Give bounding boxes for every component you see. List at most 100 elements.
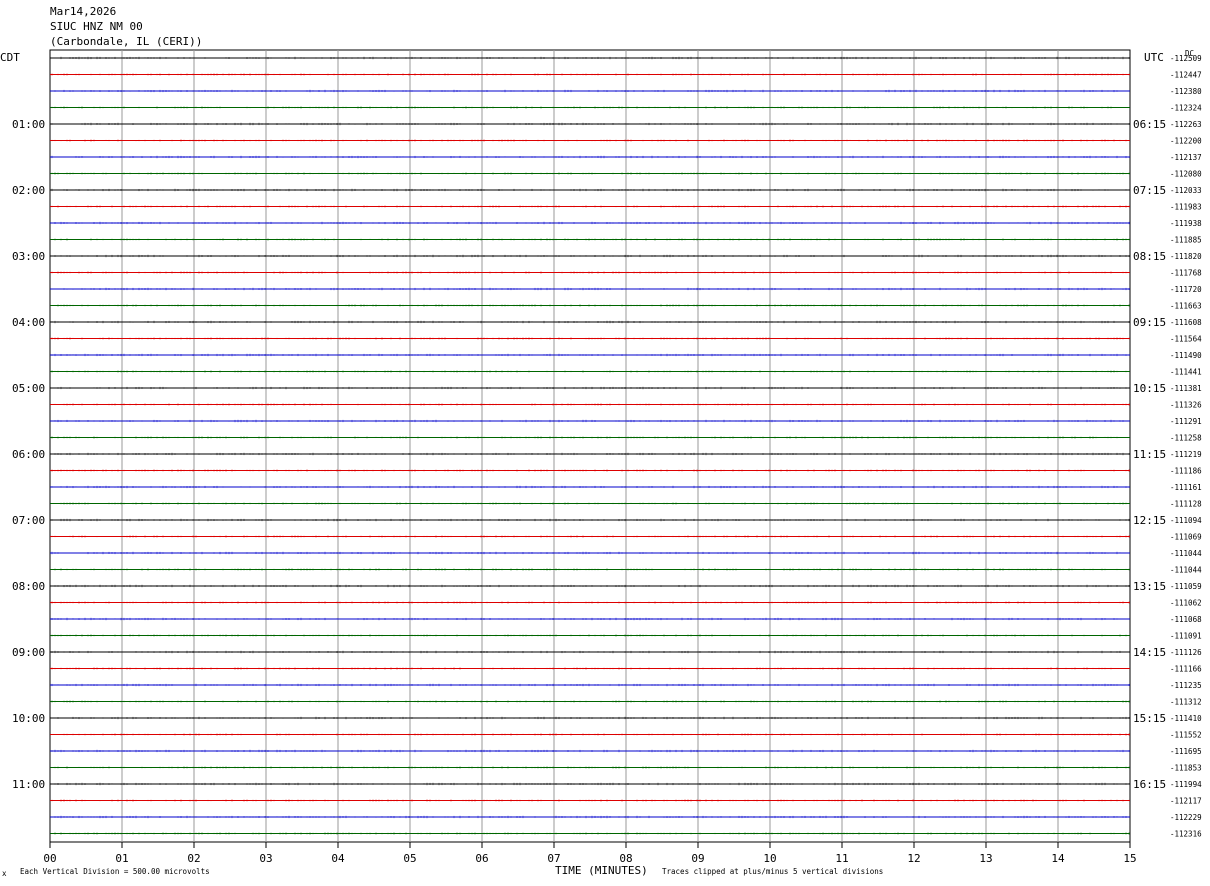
row-offset-label: -112033 <box>1170 186 1202 195</box>
row-offset-label: -111938 <box>1170 219 1202 228</box>
row-offset-label: -111126 <box>1170 648 1202 657</box>
x-tick-label: 14 <box>1051 852 1065 865</box>
x-tick-label: 03 <box>259 852 272 865</box>
row-offset-label: -111128 <box>1170 500 1202 509</box>
right-timezone-label: UTC <box>1144 51 1164 64</box>
right-hour-label: 06:15 <box>1133 118 1166 131</box>
row-offset-label: -111410 <box>1170 714 1202 723</box>
header-location: (Carbondale, IL (CERI)) <box>50 35 202 48</box>
left-hour-label: 05:00 <box>12 382 45 395</box>
left-hour-label: 04:00 <box>12 316 45 329</box>
x-axis-ticks: 00 01 02 03 04 05 06 07 08 09 10 11 12 13 14 15 <box>43 842 1137 865</box>
footer-scale-note: Each Vertical Division = 500.00 microvol… <box>20 867 210 876</box>
row-offset-label: -111994 <box>1170 780 1202 789</box>
row-offset-label: -111695 <box>1170 747 1202 756</box>
row-offset-label: -112263 <box>1170 120 1202 129</box>
x-tick-label: 05 <box>403 852 416 865</box>
x-tick-label: 06 <box>475 852 488 865</box>
left-hour-label: 11:00 <box>12 778 45 791</box>
left-hour-label: 08:00 <box>12 580 45 593</box>
footer-mark: x <box>2 869 7 878</box>
right-hour-label: 13:15 <box>1133 580 1166 593</box>
right-hour-label: 14:15 <box>1133 646 1166 659</box>
row-offset-label: -112509 <box>1170 54 1202 63</box>
row-offset-label: -111094 <box>1170 516 1202 525</box>
left-hour-label: 06:00 <box>12 448 45 461</box>
right-hour-label: 11:15 <box>1133 448 1166 461</box>
row-offset-labels: -112509 -112447 -112380 -112324 -112263 -1122… <box>1170 54 1202 839</box>
row-offset-label: -111608 <box>1170 318 1202 327</box>
row-offset-label: -111312 <box>1170 698 1202 707</box>
row-offset-label: -111166 <box>1170 665 1202 674</box>
row-offset-label: -111044 <box>1170 566 1202 575</box>
x-tick-label: 00 <box>43 852 56 865</box>
helicorder-plot: Mar14,2026 SIUC HNZ NM 00 (Carbondale, I… <box>0 5 1202 878</box>
row-offset-label: -112324 <box>1170 104 1202 113</box>
row-offset-label: -111552 <box>1170 731 1202 740</box>
header-date: Mar14,2026 <box>50 5 116 18</box>
right-hour-label: 07:15 <box>1133 184 1166 197</box>
left-hour-label: 10:00 <box>12 712 45 725</box>
x-tick-label: 04 <box>331 852 345 865</box>
row-offset-label: -112137 <box>1170 153 1202 162</box>
x-tick-label: 13 <box>979 852 992 865</box>
row-offset-label: -111258 <box>1170 434 1202 443</box>
row-offset-label: -111235 <box>1170 681 1202 690</box>
left-hour-label: 01:00 <box>12 118 45 131</box>
row-offset-label: -112447 <box>1170 71 1202 80</box>
right-hour-label: 08:15 <box>1133 250 1166 263</box>
right-hour-label: 10:15 <box>1133 382 1166 395</box>
right-hour-labels: 06:15 07:15 08:15 09:15 10:15 11:15 12:15 13:15… <box>1133 118 1166 791</box>
footer-clip-note: Traces clipped at plus/minus 5 vertical … <box>662 867 883 876</box>
left-hour-label: 02:00 <box>12 184 45 197</box>
row-offset-label: -111768 <box>1170 269 1202 278</box>
row-offset-label: -111291 <box>1170 417 1202 426</box>
plot-frame <box>49 49 1131 843</box>
header-station: SIUC HNZ NM 00 <box>50 20 143 33</box>
x-tick-label: 01 <box>115 852 128 865</box>
row-offset-label: -111161 <box>1170 483 1202 492</box>
row-offset-label: -111820 <box>1170 252 1202 261</box>
row-offset-label: -112316 <box>1170 830 1202 839</box>
seismic-traces <box>50 56 1130 835</box>
left-hour-label: 09:00 <box>12 646 45 659</box>
x-tick-label: 02 <box>187 852 200 865</box>
right-hour-label: 12:15 <box>1133 514 1166 527</box>
row-offset-label: -111068 <box>1170 615 1202 624</box>
x-axis-label: TIME (MINUTES) <box>555 864 648 877</box>
row-offset-label: -111564 <box>1170 335 1202 344</box>
vertical-gridlines <box>121 50 1059 842</box>
right-hour-label: 16:15 <box>1133 778 1166 791</box>
x-tick-label: 12 <box>907 852 920 865</box>
x-tick-label: 15 <box>1123 852 1136 865</box>
x-tick-label: 11 <box>835 852 848 865</box>
row-offset-label: -111663 <box>1170 302 1202 311</box>
left-hour-label: 03:00 <box>12 250 45 263</box>
row-offset-label: -112380 <box>1170 87 1202 96</box>
row-offset-label: -112229 <box>1170 813 1202 822</box>
row-offset-label: -111853 <box>1170 764 1202 773</box>
x-tick-label: 10 <box>763 852 776 865</box>
row-offset-label: -111441 <box>1170 368 1202 377</box>
row-offset-label: -111381 <box>1170 384 1202 393</box>
left-hour-label: 07:00 <box>12 514 45 527</box>
row-offset-label: -111219 <box>1170 450 1202 459</box>
left-timezone-label: CDT <box>0 51 20 64</box>
row-offset-label: -111490 <box>1170 351 1202 360</box>
right-hour-label: 09:15 <box>1133 316 1166 329</box>
row-offset-label: -111326 <box>1170 401 1202 410</box>
row-offset-label: -112200 <box>1170 137 1202 146</box>
row-offset-label: -111983 <box>1170 203 1202 212</box>
row-offset-label: -111091 <box>1170 632 1202 641</box>
row-offset-label: -111062 <box>1170 599 1202 608</box>
left-hour-labels: 01:00 02:00 03:00 04:00 05:00 06:00 07:00 08:00… <box>12 118 45 791</box>
row-offset-label: -111069 <box>1170 533 1202 542</box>
x-tick-label: 09 <box>691 852 704 865</box>
row-offset-label: -111720 <box>1170 285 1202 294</box>
row-offset-label: -111044 <box>1170 549 1202 558</box>
row-offset-label: -112080 <box>1170 170 1202 179</box>
row-offset-label: -111059 <box>1170 582 1202 591</box>
row-offset-label: -111186 <box>1170 467 1202 476</box>
row-offset-label: -111885 <box>1170 236 1202 245</box>
row-offset-label: -112117 <box>1170 797 1202 806</box>
